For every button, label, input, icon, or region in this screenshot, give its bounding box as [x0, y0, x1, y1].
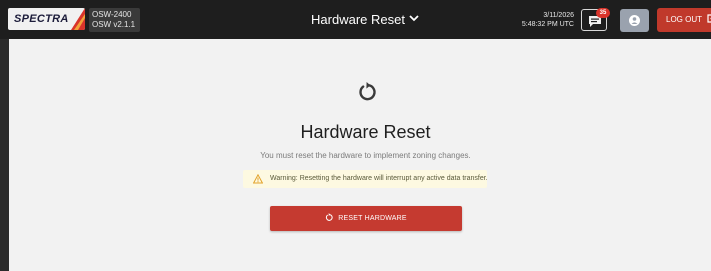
warning-text: Warning: Resetting the hardware will int…	[270, 175, 488, 182]
reset-hardware-button[interactable]: RESET HARDWARE	[270, 206, 462, 231]
messages-badge: 35	[596, 8, 610, 18]
logout-label: LOG OUT	[666, 15, 702, 24]
page-menu-label: Hardware Reset	[311, 12, 405, 27]
warning-icon	[253, 174, 263, 184]
user-button[interactable]	[620, 9, 649, 32]
app-frame: SPECTRA OSW-2400 OSW v2.1.1 Hardware Res…	[0, 0, 711, 271]
reset-icon	[326, 213, 333, 221]
page-title: Hardware Reset	[300, 122, 431, 142]
user-icon	[629, 15, 640, 26]
date-time: 3/11/2026 5:48:32 PM UTC	[522, 11, 574, 29]
logo-text: SPECTRA	[14, 13, 69, 25]
logout-button[interactable]: LOG OUT	[657, 8, 711, 32]
logout-icon	[707, 14, 711, 23]
spectra-logo: SPECTRA	[8, 8, 85, 30]
top-bar: SPECTRA OSW-2400 OSW v2.1.1 Hardware Res…	[0, 0, 711, 39]
current-date: 3/11/2026	[543, 12, 574, 19]
device-info: OSW-2400 OSW v2.1.1	[89, 8, 140, 32]
page-menu[interactable]: Hardware Reset	[300, 12, 430, 30]
chevron-down-icon	[409, 15, 419, 22]
logo-swoosh-icon	[71, 8, 85, 30]
reset-icon	[359, 82, 376, 101]
page-subtitle: You must reset the hardware to implement…	[260, 151, 471, 160]
reset-hardware-label: RESET HARDWARE	[338, 215, 407, 222]
current-time: 5:48:32 PM UTC	[521, 21, 574, 28]
device-model: OSW-2400	[92, 10, 132, 19]
device-version: OSW v2.1.1	[92, 20, 136, 29]
warning-banner: Warning: Resetting the hardware will int…	[243, 170, 488, 188]
